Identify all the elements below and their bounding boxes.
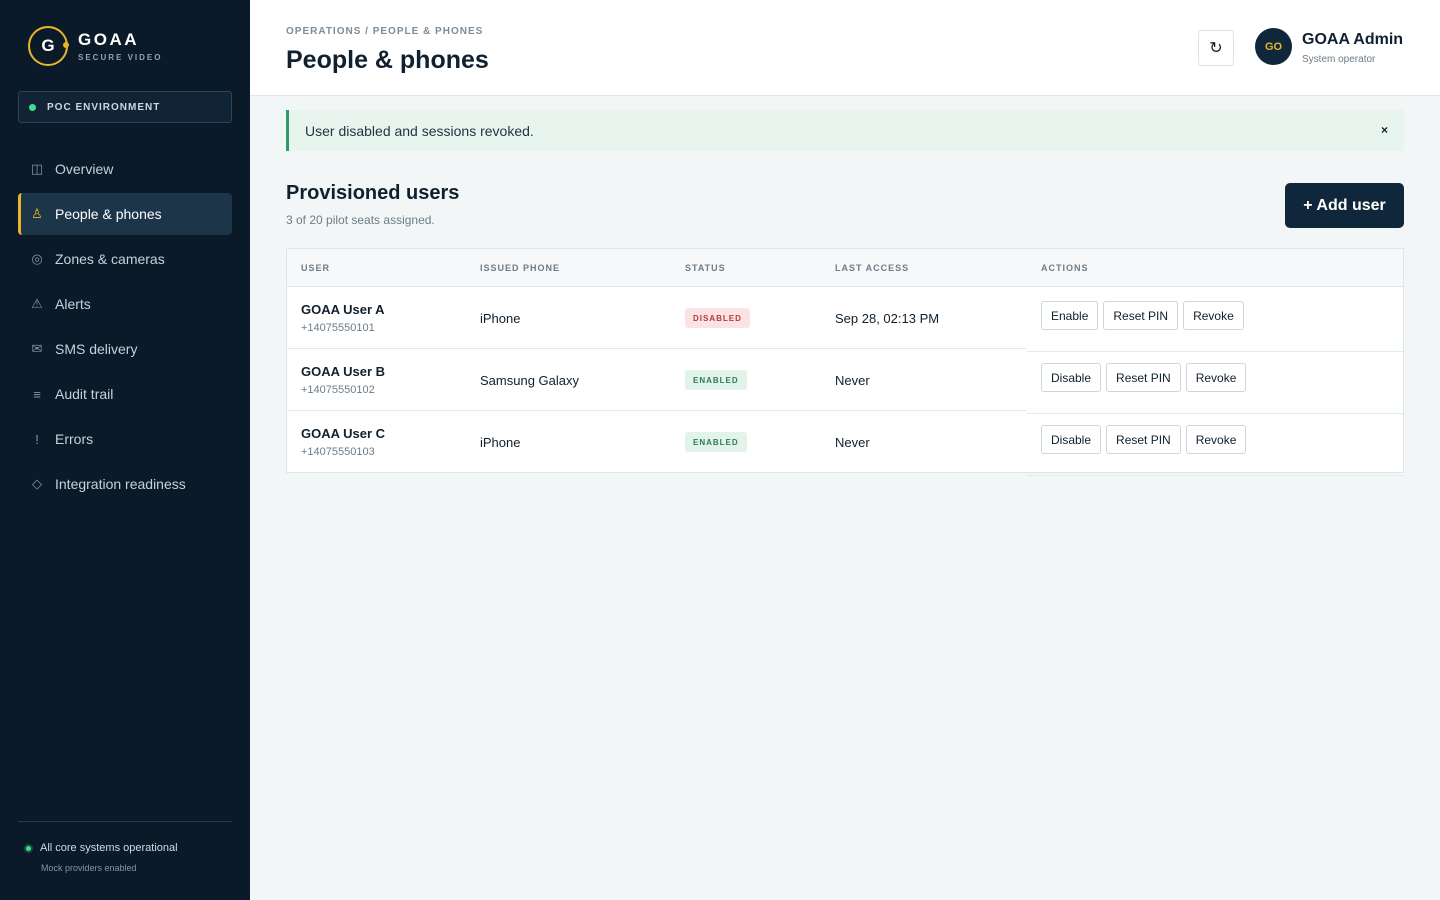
sidebar-item-errors[interactable]: ! Errors <box>18 418 232 460</box>
reset-pin-button[interactable]: Reset PIN <box>1103 301 1179 330</box>
status-badge: ENABLED <box>685 370 747 390</box>
sidebar-item-audit-trail[interactable]: ≡ Audit trail <box>18 373 232 415</box>
column-header-issued-phone: ISSUED PHONE <box>480 263 561 273</box>
breadcrumb: OPERATIONS / PEOPLE & PHONES <box>286 26 484 37</box>
diamond-icon: ◇ <box>32 476 42 491</box>
sidebar-item-label: Alerts <box>55 296 91 312</box>
sidebar-item-zones-cameras[interactable]: ◎ Zones & cameras <box>18 238 232 280</box>
status-badge: DISABLED <box>685 308 750 328</box>
revoke-button[interactable]: Revoke <box>1185 363 1247 392</box>
row-actions: Disable Reset PIN Revoke <box>1041 363 1247 392</box>
column-header-actions: ACTIONS <box>1041 263 1089 273</box>
row-actions: Enable Reset PIN Revoke <box>1041 301 1244 330</box>
revoke-button[interactable]: Revoke <box>1185 425 1247 454</box>
issued-phone-cell: iPhone <box>480 435 521 450</box>
user-phone-number: +14075550102 <box>301 384 375 396</box>
system-status-subtext: Mock providers enabled <box>41 863 137 873</box>
last-access-cell: Never <box>835 373 870 388</box>
add-user-button[interactable]: + Add user <box>1285 183 1404 228</box>
column-header-last-access: LAST ACCESS <box>835 263 910 273</box>
reset-pin-button[interactable]: Reset PIN <box>1106 363 1181 392</box>
refresh-button[interactable]: ↻ <box>1198 30 1234 66</box>
status-badge: ENABLED <box>685 432 747 452</box>
camera-icon: ◎ <box>31 251 43 266</box>
environment-status-dot <box>29 103 36 111</box>
logo-dot <box>63 42 69 48</box>
row-actions: Disable Reset PIN Revoke <box>1041 425 1247 454</box>
section-title: Provisioned users <box>286 182 460 204</box>
sidebar-item-label: Integration readiness <box>55 476 186 492</box>
warning-icon: ⚠ <box>31 296 43 311</box>
sidebar-nav: ◫ Overview ♙ People & phones ◎ Zones & c… <box>18 148 232 508</box>
sidebar-item-sms-delivery[interactable]: ✉ SMS delivery <box>18 328 232 370</box>
brand[interactable]: G GOAA SECURE VIDEO <box>28 26 228 66</box>
success-alert: User disabled and sessions revoked. × <box>286 110 1404 151</box>
users-table: USER ISSUED PHONE STATUS LAST ACCESS ACT… <box>286 248 1404 476</box>
sidebar-item-integration-readiness[interactable]: ◇ Integration readiness <box>18 463 232 505</box>
revoke-button[interactable]: Revoke <box>1183 301 1244 330</box>
system-status-label: All core systems operational <box>40 842 178 854</box>
sidebar-item-label: Zones & cameras <box>55 251 165 267</box>
close-icon[interactable]: × <box>1381 123 1388 137</box>
columns-icon: ◫ <box>30 161 44 176</box>
exclamation-icon: ! <box>35 431 39 447</box>
table-row: GOAA User A +14075550101 iPhone DISABLED… <box>287 287 1403 352</box>
user-name-cell: GOAA User B <box>301 364 386 379</box>
refresh-icon: ↻ <box>1209 40 1223 57</box>
section-subtitle: 3 of 20 pilot seats assigned. <box>286 213 435 227</box>
reset-pin-button[interactable]: Reset PIN <box>1106 425 1181 454</box>
disable-button[interactable]: Disable <box>1041 425 1102 454</box>
disable-button[interactable]: Disable <box>1041 363 1102 392</box>
user-name-cell: GOAA User C <box>301 426 386 441</box>
system-status: All core systems operational Mock provid… <box>24 842 178 873</box>
column-header-status: STATUS <box>685 263 726 273</box>
sidebar-item-label: Audit trail <box>55 386 114 402</box>
sidebar-item-people-phones[interactable]: ♙ People & phones <box>18 193 232 235</box>
alert-message: User disabled and sessions revoked. <box>305 122 534 139</box>
logo-icon: G <box>28 26 68 66</box>
sidebar-item-label: Errors <box>55 431 94 447</box>
user-name: GOAA Admin <box>1302 31 1404 48</box>
page-title: People & phones <box>286 46 489 74</box>
sidebar-item-label: People & phones <box>55 206 162 222</box>
user-phone-number: +14075550101 <box>301 322 375 334</box>
table-row: GOAA User C +14075550103 iPhone ENABLED … <box>287 411 1403 476</box>
sidebar-item-label: SMS delivery <box>55 341 138 357</box>
person-icon: ♙ <box>31 206 43 221</box>
column-header-user: USER <box>301 263 331 273</box>
sidebar-item-label: Overview <box>55 161 114 177</box>
environment-badge: POC ENVIRONMENT <box>18 91 232 123</box>
issued-phone-cell: Samsung Galaxy <box>480 373 579 388</box>
brand-subtitle: SECURE VIDEO <box>78 53 163 62</box>
row-divider <box>1027 475 1403 476</box>
envelope-icon: ✉ <box>31 341 43 356</box>
user-phone-number: +14075550103 <box>301 446 375 458</box>
issued-phone-cell: iPhone <box>480 311 521 326</box>
user-role: System operator <box>1302 54 1376 65</box>
sidebar: G GOAA SECURE VIDEO POC ENVIRONMENT ◫ Ov… <box>0 0 250 900</box>
status-dot-icon <box>24 843 33 853</box>
table-header: USER ISSUED PHONE STATUS LAST ACCESS ACT… <box>287 249 1403 287</box>
last-access-cell: Sep 28, 02:13 PM <box>835 311 940 326</box>
sidebar-item-alerts[interactable]: ⚠ Alerts <box>18 283 232 325</box>
enable-button[interactable]: Enable <box>1041 301 1099 330</box>
brand-name: GOAA <box>78 30 139 49</box>
last-access-cell: Never <box>835 435 870 450</box>
table-row: GOAA User B +14075550102 Samsung Galaxy … <box>287 349 1403 414</box>
page-header: OPERATIONS / PEOPLE & PHONES People & ph… <box>250 0 1440 96</box>
sidebar-divider <box>18 821 232 822</box>
list-icon: ≡ <box>33 386 41 402</box>
environment-label: POC ENVIRONMENT <box>47 101 161 113</box>
sidebar-item-overview[interactable]: ◫ Overview <box>18 148 232 190</box>
avatar[interactable]: GO <box>1255 28 1292 65</box>
user-name-cell: GOAA User A <box>301 302 385 317</box>
